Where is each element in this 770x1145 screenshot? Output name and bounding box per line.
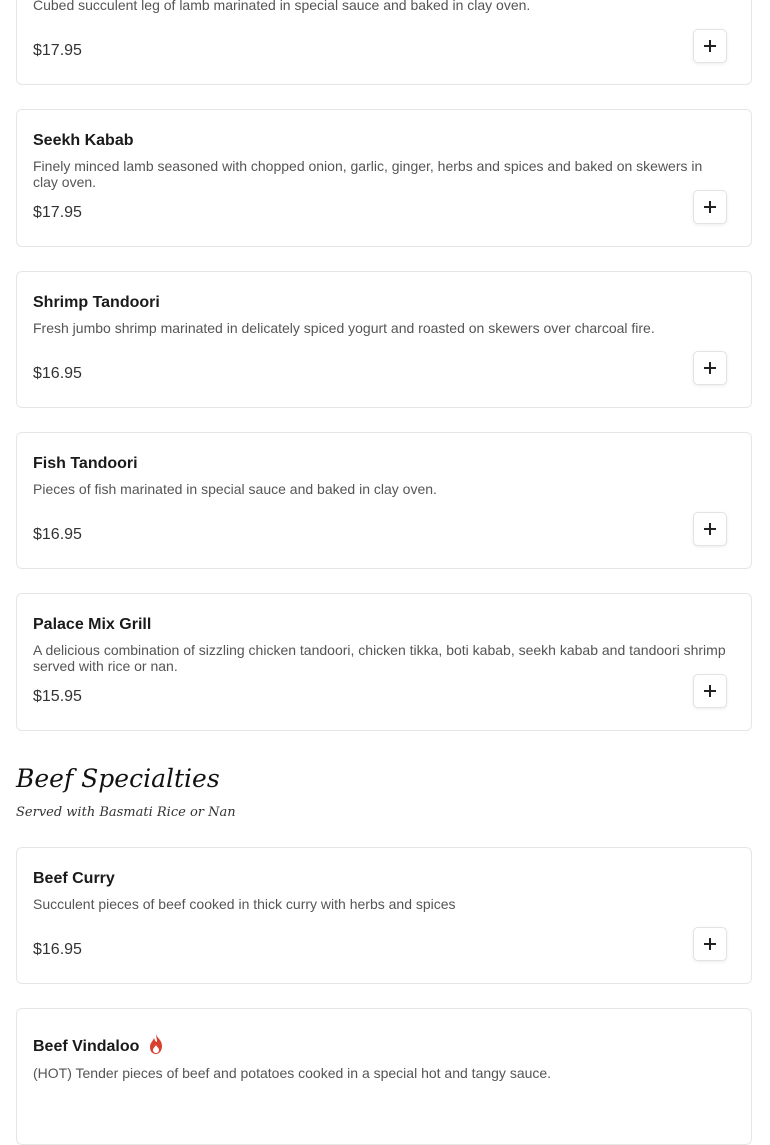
item-price: $16.95 xyxy=(33,365,82,382)
item-name: Seekh Kabab xyxy=(33,132,134,149)
add-to-cart-button[interactable] xyxy=(693,927,727,961)
item-description: A delicious combination of sizzling chic… xyxy=(33,642,726,674)
menu-item-card: Seekh Kabab Finely minced lamb seasoned … xyxy=(16,109,752,247)
item-description: Cubed succulent leg of lamb marinated in… xyxy=(33,0,531,13)
item-name: Fish Tandoori xyxy=(33,455,138,472)
item-name: Beef Vindaloo xyxy=(33,1033,165,1060)
menu-item-card: Shrimp Tandoori Fresh jumbo shrimp marin… xyxy=(16,271,752,408)
plus-icon xyxy=(704,685,716,697)
add-to-cart-button[interactable] xyxy=(693,29,727,63)
item-price: $16.95 xyxy=(33,941,82,958)
item-price: $16.95 xyxy=(33,526,82,543)
plus-icon xyxy=(704,362,716,374)
add-to-cart-button[interactable] xyxy=(693,512,727,546)
section-subtitle: Served with Basmati Rice or Nan xyxy=(16,805,236,820)
item-name: Palace Mix Grill xyxy=(33,616,152,633)
item-description: Pieces of fish marinated in special sauc… xyxy=(33,481,437,497)
add-to-cart-button[interactable] xyxy=(693,674,727,708)
add-to-cart-button[interactable] xyxy=(693,351,727,385)
menu-item-card: Beef Vindaloo (HOT) Tender pieces of bee… xyxy=(16,1008,752,1145)
flame-icon xyxy=(147,1033,165,1060)
item-description: Fresh jumbo shrimp marinated in delicate… xyxy=(33,320,655,336)
plus-icon xyxy=(704,40,716,52)
item-price: $17.95 xyxy=(33,42,82,59)
section-title: Beef Specialties xyxy=(16,764,220,793)
item-price: $17.95 xyxy=(33,204,82,221)
menu-item-card: Fish Tandoori Pieces of fish marinated i… xyxy=(16,432,752,569)
item-name: Beef Curry xyxy=(33,870,115,887)
plus-icon xyxy=(704,523,716,535)
item-description: Succulent pieces of beef cooked in thick… xyxy=(33,896,456,912)
item-description: Finely minced lamb seasoned with chopped… xyxy=(33,158,703,190)
plus-icon xyxy=(704,201,716,213)
item-price: $15.95 xyxy=(33,688,82,705)
menu-item-card: Palace Mix Grill A delicious combination… xyxy=(16,593,752,731)
menu-item-card: Cubed succulent leg of lamb marinated in… xyxy=(16,0,752,85)
plus-icon xyxy=(704,938,716,950)
item-name: Shrimp Tandoori xyxy=(33,294,160,311)
menu-item-card: Beef Curry Succulent pieces of beef cook… xyxy=(16,847,752,984)
item-description: (HOT) Tender pieces of beef and potatoes… xyxy=(33,1065,552,1081)
add-to-cart-button[interactable] xyxy=(693,190,727,224)
